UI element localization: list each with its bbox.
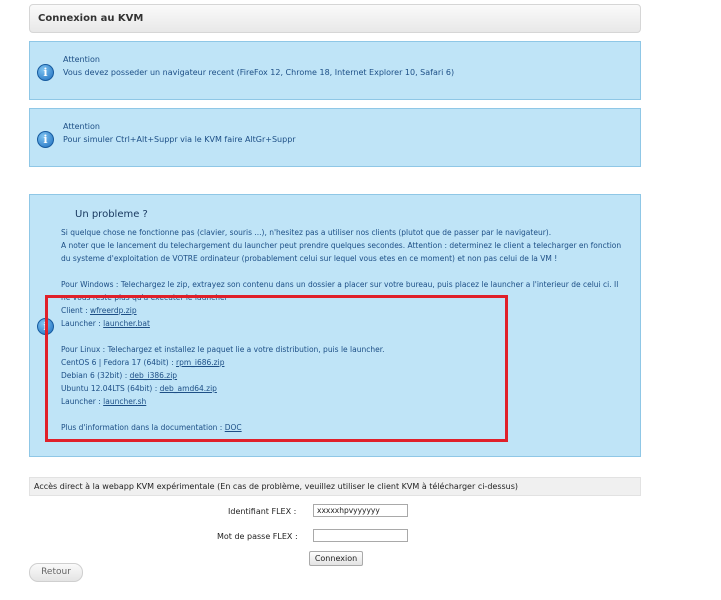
windows-instructions: Pour Windows : Telechargez le zip, extra…: [61, 280, 619, 289]
alert-title: Attention: [63, 122, 100, 131]
problem-text: A noter que le lancement du telechargeme…: [61, 241, 622, 250]
password-input[interactable]: [313, 529, 408, 542]
password-label: Mot de passe FLEX :: [217, 532, 298, 541]
direct-access-bar: Accès direct à la webapp KVM expérimenta…: [29, 477, 641, 496]
alert-keyboard: i Attention Pour simuler Ctrl+Alt+Suppr …: [29, 108, 641, 167]
alert-text: Vous devez posseder un navigateur recent…: [63, 68, 455, 77]
identifiant-label: Identifiant FLEX :: [228, 507, 297, 516]
info-icon: i: [37, 131, 54, 148]
page-title: Connexion au KVM: [38, 13, 144, 24]
alert-title: Attention: [63, 55, 100, 64]
alert-browser: i Attention Vous devez posseder un navig…: [29, 41, 641, 100]
info-icon: i: [37, 64, 54, 81]
problem-text: Si quelque chose ne fonctionne pas (clav…: [61, 228, 552, 237]
direct-access-title: Accès direct à la webapp KVM expérimenta…: [34, 482, 519, 491]
page-header: Connexion au KVM: [29, 4, 641, 33]
connexion-button[interactable]: Connexion: [309, 551, 363, 566]
highlight-frame: [45, 295, 508, 442]
problem-text: du systeme d'exploitation de VOTRE ordin…: [61, 254, 558, 263]
identifiant-input[interactable]: [313, 504, 408, 517]
alert-text: Pour simuler Ctrl+Alt+Suppr via le KVM f…: [63, 135, 296, 144]
retour-button[interactable]: Retour: [29, 563, 83, 582]
problem-title: Un probleme ?: [75, 209, 148, 220]
